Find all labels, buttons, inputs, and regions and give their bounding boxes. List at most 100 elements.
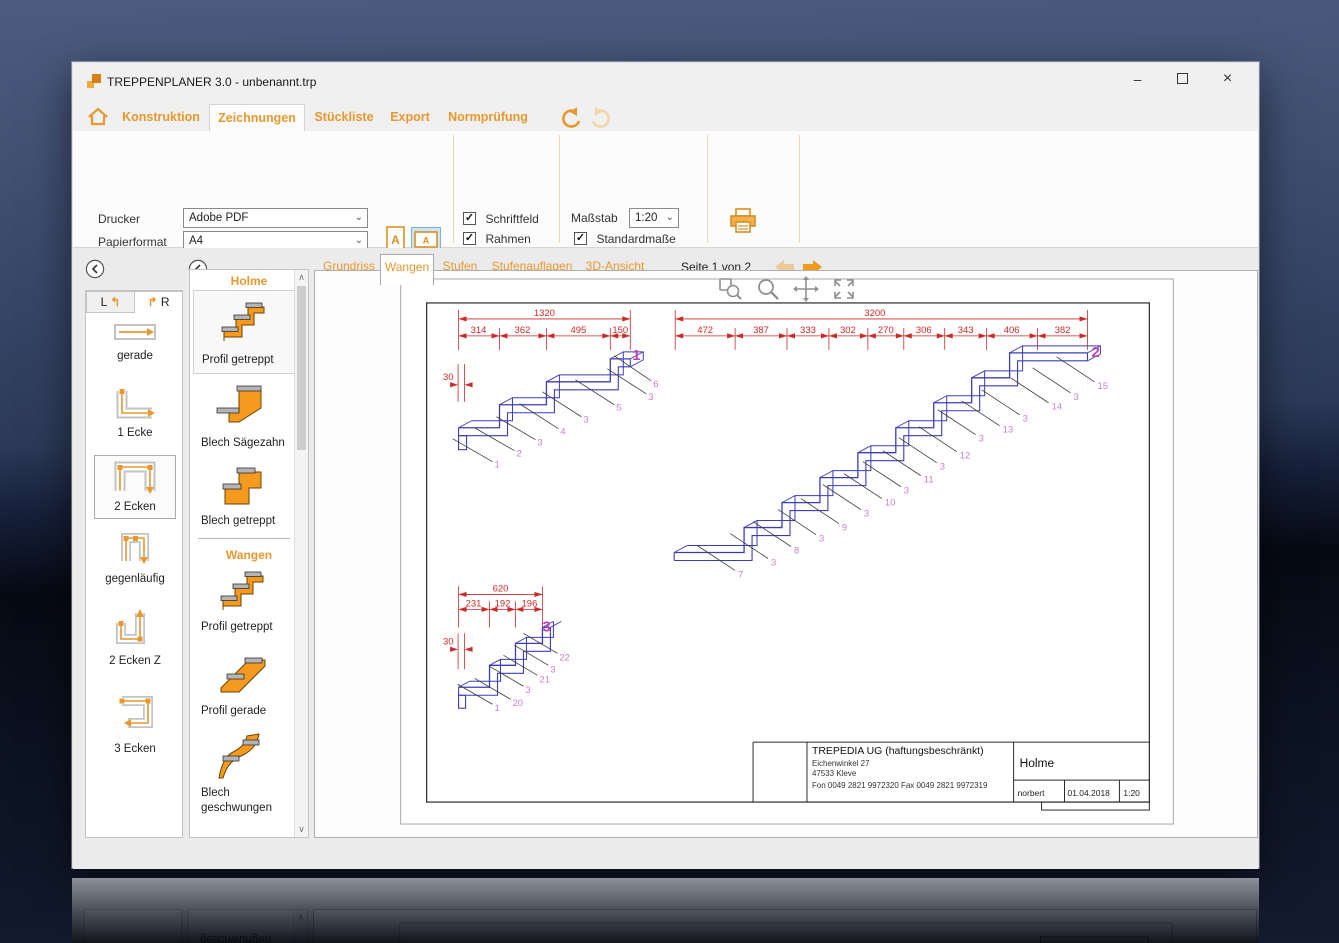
svg-text:406: 406 xyxy=(1004,325,1020,336)
papierformat-select-value: A4 xyxy=(189,235,204,247)
holme-item-blech-saegezahn[interactable]: Blech Sägezahn xyxy=(193,376,294,456)
svg-text:231: 231 xyxy=(466,598,482,609)
tab-zeichnungen[interactable]: Zeichnungen xyxy=(209,104,305,131)
pan-icon[interactable] xyxy=(793,276,823,302)
group-separator xyxy=(453,135,454,243)
drucker-select[interactable]: Adobe PDF ⌄ xyxy=(183,208,368,228)
chevron-down-icon: ⌄ xyxy=(665,212,674,223)
z-corners-arrow-icon xyxy=(116,609,145,644)
rahmen-label: Rahmen xyxy=(485,231,531,246)
wangen-item-blech-geschwungen[interactable]: Blech geschwungen xyxy=(193,726,294,826)
svg-text:343: 343 xyxy=(958,325,974,336)
shape-item-label: 3 Ecken xyxy=(114,743,156,755)
svg-text:11: 11 xyxy=(924,475,934,486)
massstab-select[interactable]: 1:20 ⌄ xyxy=(629,208,679,228)
svg-text:30: 30 xyxy=(443,372,454,383)
hook-left-icon: ↰ xyxy=(110,295,121,309)
wangen-item-profil-gerade[interactable]: Profil gerade xyxy=(193,642,294,724)
fit-view-icon[interactable] xyxy=(831,276,861,302)
scroll-up-icon[interactable]: ∧ xyxy=(295,272,308,283)
blech-geschwungen-icon xyxy=(218,733,260,779)
svg-text:7: 7 xyxy=(738,569,743,580)
shape-item-3-ecken[interactable]: 3 Ecken xyxy=(86,687,184,767)
svg-text:01.04.2018: 01.04.2018 xyxy=(1068,788,1111,798)
desktop-background: TREPPENPLANER 3.0 - unbenannt.trp – × Ko… xyxy=(0,0,1339,943)
two-corners-arrow-icon xyxy=(114,461,156,494)
shape-item-label: 2 Ecken Z xyxy=(109,655,161,667)
svg-text:A: A xyxy=(423,236,430,246)
svg-text:3: 3 xyxy=(1023,414,1028,425)
tab-konstruktion[interactable]: Konstruktion xyxy=(115,104,207,131)
svg-text:3: 3 xyxy=(819,534,824,545)
shape-panel: L ↰ ↱ R gerade 1 Ecke 2 Ecken gegenläufi… xyxy=(85,290,183,838)
schriftfeld-checkbox[interactable]: ✓ Schriftfeld xyxy=(463,210,539,226)
svg-text:3: 3 xyxy=(542,618,550,635)
holme-item-label: Blech Sägezahn xyxy=(201,437,285,449)
home-icon[interactable] xyxy=(87,107,109,126)
svg-text:15: 15 xyxy=(1097,381,1108,392)
title-bar[interactable]: TREPPENPLANER 3.0 - unbenannt.trp – × xyxy=(73,63,1258,101)
svg-text:495: 495 xyxy=(570,325,586,336)
profil-getreppt-icon xyxy=(220,571,264,610)
svg-text:333: 333 xyxy=(800,325,816,336)
shape-item-2-ecken-z[interactable]: 2 Ecken Z xyxy=(86,599,184,679)
checkbox-box: ✓ xyxy=(574,232,587,246)
wangen-item-profil-getreppt[interactable]: Profil getreppt xyxy=(193,564,294,640)
shape-item-gegenlaeufig[interactable]: gegenläufig xyxy=(86,525,184,595)
tab-direction-left[interactable]: L ↰ xyxy=(86,291,135,313)
collapse-left-panel-button[interactable] xyxy=(85,259,105,279)
technical-drawing: 1320 314 362 495 150 30 1 2 3 4 3 5 3 6 … xyxy=(400,278,1174,825)
group-separator xyxy=(707,135,708,243)
view-tab-wangen[interactable]: Wangen xyxy=(380,254,434,285)
shape-item-1-ecke[interactable]: 1 Ecke xyxy=(86,383,184,449)
zoom-region-icon[interactable] xyxy=(717,276,747,302)
drawing-viewport[interactable]: 1320 314 362 495 150 30 1 2 3 4 3 5 3 6 … xyxy=(314,270,1258,838)
rahmen-checkbox[interactable]: ✓ Rahmen xyxy=(463,230,531,246)
svg-text:Holme: Holme xyxy=(1020,756,1055,770)
undo-icon[interactable] xyxy=(559,106,583,128)
wangen-item-label: Profil gerade xyxy=(201,705,267,717)
massstab-select-value: 1:20 xyxy=(635,212,658,224)
svg-text:196: 196 xyxy=(522,598,538,609)
holme-item-label: Profil getreppt xyxy=(202,354,274,366)
chevron-down-icon: ⌄ xyxy=(354,212,363,223)
tab-export[interactable]: Export xyxy=(383,104,437,131)
svg-text:30: 30 xyxy=(443,636,454,647)
holme-item-blech-getreppt[interactable]: Blech getreppt xyxy=(193,458,294,534)
svg-text:6: 6 xyxy=(653,379,658,390)
tab-stueckliste[interactable]: Stückliste xyxy=(307,104,381,131)
blech-saegezahn-icon xyxy=(216,385,262,423)
svg-text:3: 3 xyxy=(904,486,909,497)
scrollbar-thumb[interactable] xyxy=(297,286,306,450)
shape-item-2-ecken-selected[interactable]: 2 Ecken xyxy=(94,455,176,519)
magnifier-icon[interactable] xyxy=(755,276,785,302)
scroll-down-icon[interactable]: ∨ xyxy=(295,824,308,835)
drucker-select-value: Adobe PDF xyxy=(189,212,249,224)
hook-right-icon: ↱ xyxy=(147,295,158,309)
svg-text:1: 1 xyxy=(495,703,500,714)
svg-text:14: 14 xyxy=(1052,402,1063,413)
svg-text:TREPEDIA UG (haftungsbeschränk: TREPEDIA UG (haftungsbeschränkt) xyxy=(812,746,984,757)
minimize-button[interactable]: – xyxy=(1115,63,1160,95)
massstab-label: Maßstab xyxy=(571,211,618,225)
svg-text:Fon 0049 2821 9972320 Fax 004: Fon 0049 2821 9972320 Fax 0049 2821 9972… xyxy=(812,781,988,790)
window-title: TREPPENPLANER 3.0 - unbenannt.trp xyxy=(107,75,317,89)
maximize-button[interactable] xyxy=(1160,63,1205,95)
svg-text:306: 306 xyxy=(916,325,932,336)
tab-right-label: R xyxy=(160,295,170,309)
tab-normpruefung[interactable]: Normprüfung xyxy=(439,104,537,131)
svg-text:norbert: norbert xyxy=(1018,788,1045,798)
app-logo-icon xyxy=(87,74,101,88)
close-button[interactable]: × xyxy=(1205,63,1250,95)
tab-direction-right[interactable]: ↱ R xyxy=(134,291,183,313)
svg-text:382: 382 xyxy=(1055,325,1071,336)
redo-icon[interactable] xyxy=(589,106,613,128)
holme-item-profil-getreppt[interactable]: Profil getreppt xyxy=(193,290,296,374)
svg-text:1320: 1320 xyxy=(534,308,555,319)
standardmasse-checkbox[interactable]: ✓ Standardmaße xyxy=(574,230,676,246)
holme-panel-scrollbar[interactable]: ∧ ∨ xyxy=(294,270,308,837)
svg-text:12: 12 xyxy=(960,451,971,462)
panel-divider xyxy=(198,538,290,539)
shape-item-gerade[interactable]: gerade xyxy=(86,317,184,379)
tab-left-label: L xyxy=(100,295,107,309)
